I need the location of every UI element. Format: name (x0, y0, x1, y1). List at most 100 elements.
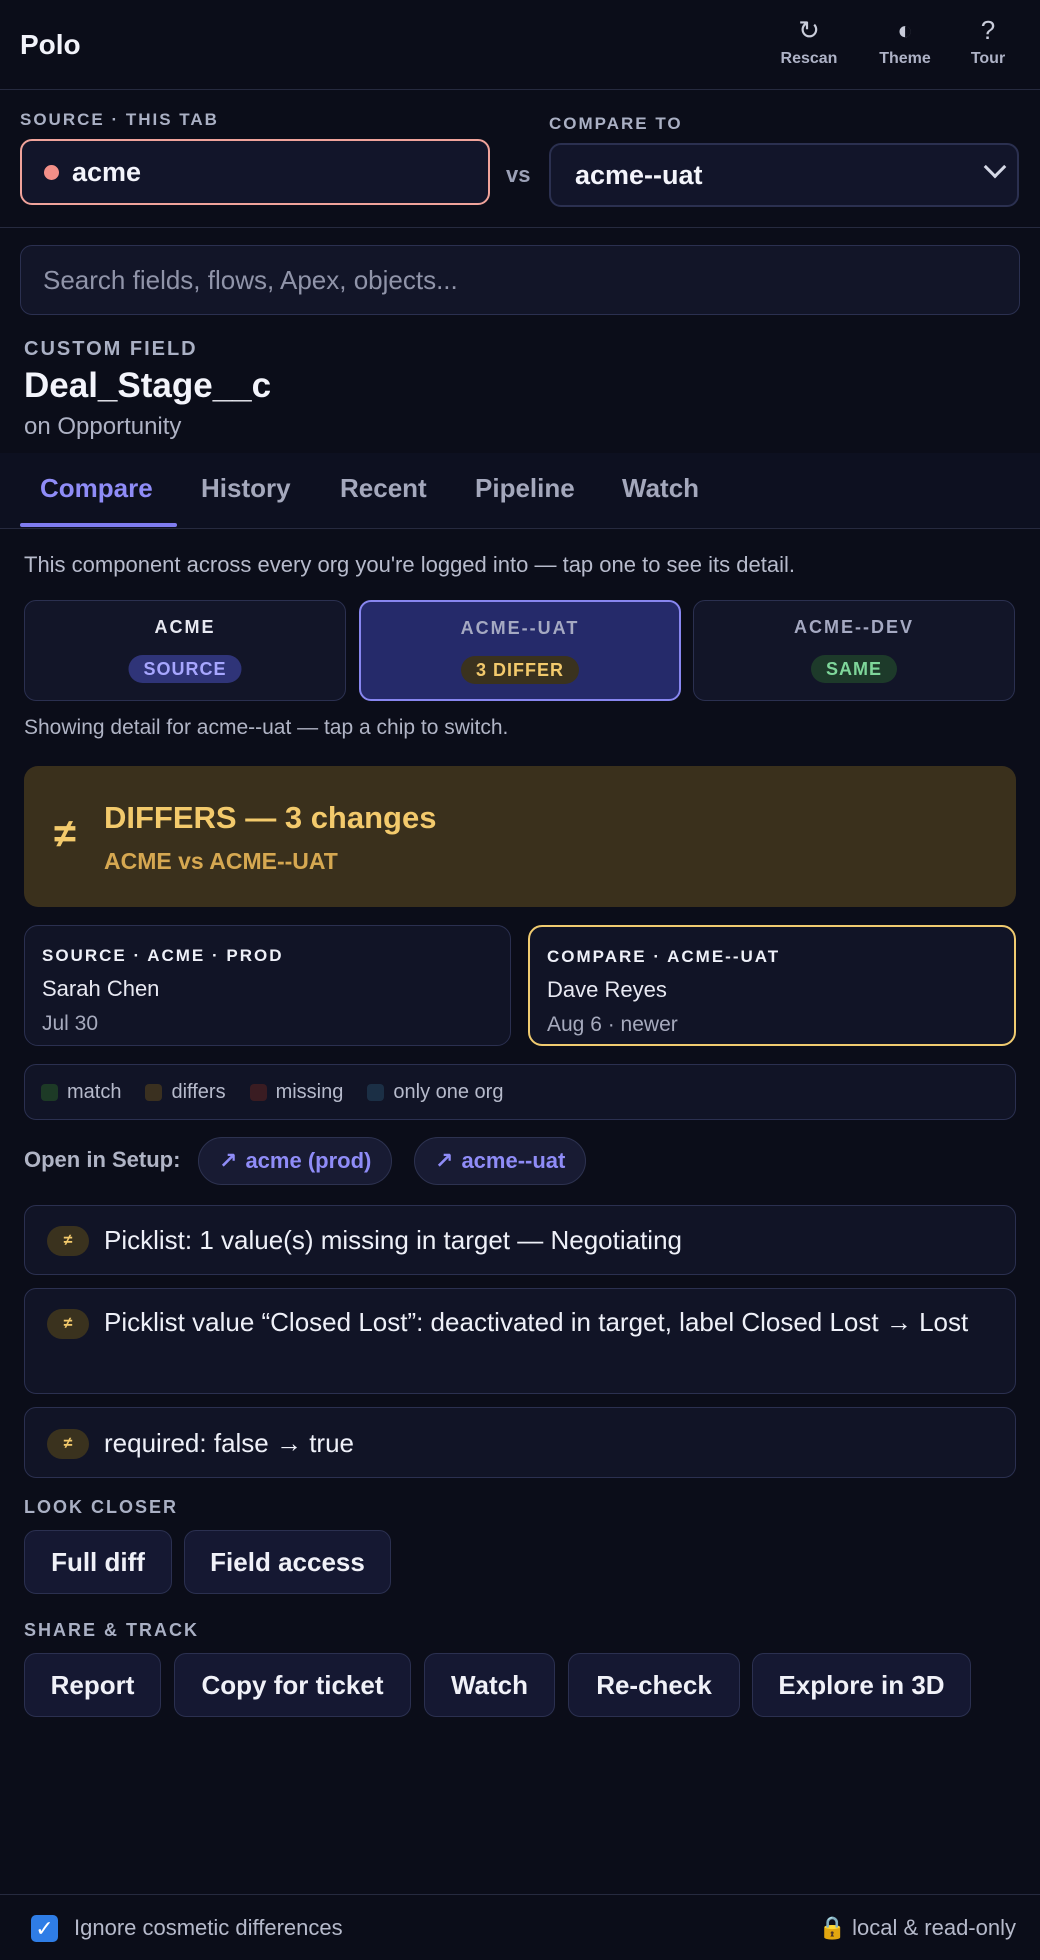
search-input[interactable]: Search fields, flows, Apex, objects... (20, 245, 1020, 315)
differs-banner: ≠ DIFFERS — 3 changes ACME vs ACME--UAT (24, 766, 1016, 907)
diff-text: Picklist value “Closed Lost”: deactivate… (104, 1307, 969, 1337)
theme-label: Theme (879, 50, 931, 67)
legend-item-match: match (41, 1081, 121, 1104)
rescan-label: Rescan (780, 50, 838, 67)
legend-swatch (41, 1083, 58, 1101)
tour-button[interactable]: ? Tour (956, 14, 1020, 68)
not-equal-icon: ≠ (47, 1226, 89, 1256)
setup-link-acme-prod[interactable]: ↗ acme (prod) (198, 1137, 393, 1185)
diff-text: required: false → true (104, 1428, 355, 1458)
source-version-card: SOURCE · ACME · PROD Sarah Chen Jul 30 (24, 925, 511, 1046)
setup-link-label: acme--uat (461, 1148, 566, 1173)
refresh-icon: ↻ (798, 15, 820, 45)
top-bar: Polo ↻ Rescan ◐ Theme ? Tour (0, 0, 1040, 90)
compare-card-header: COMPARE · ACME--UAT (547, 947, 781, 966)
diff-row[interactable]: ≠ Picklist value “Closed Lost”: deactiva… (24, 1288, 1016, 1394)
legend-label: only one org (393, 1080, 504, 1103)
theme-button[interactable]: ◐ Theme (860, 14, 950, 68)
setup-link-acme-uat[interactable]: ↗ acme--uat (414, 1137, 587, 1185)
legend-swatch (367, 1083, 385, 1101)
active-tab-indicator (20, 523, 177, 527)
legend-swatch (145, 1083, 163, 1101)
tab-watch[interactable]: Watch (622, 473, 699, 504)
look-closer-label: LOOK CLOSER (24, 1497, 179, 1517)
org-chip-acme-dev[interactable]: ACME--DEV SAME (693, 600, 1015, 701)
org-selector-bar: SOURCE · THIS TAB acme vs COMPARE TO acm… (0, 90, 1040, 228)
source-indicator-dot (44, 164, 59, 180)
differs-subtitle: ACME vs ACME--UAT (104, 848, 338, 874)
legend-label: match (67, 1080, 122, 1103)
compare-org-select[interactable]: acme--uat (549, 143, 1019, 207)
showing-detail-note: Showing detail for acme--uat — tap a chi… (24, 716, 509, 739)
readonly-text: local & read-only (852, 1915, 1016, 1940)
lock-icon: 🔒 (818, 1915, 847, 1940)
source-badge: SOURCE (128, 655, 242, 683)
vs-label: vs (506, 162, 531, 187)
app-brand: Polo (20, 28, 81, 60)
compare-card-date: Aug 6 · newer (547, 1013, 678, 1036)
legend-item-missing: missing (249, 1080, 344, 1104)
component-type: CUSTOM FIELD (24, 338, 198, 360)
ignore-cosmetic-label[interactable]: Ignore cosmetic differences (74, 1915, 343, 1941)
recheck-button[interactable]: Re-check (568, 1653, 740, 1717)
chevron-down-icon (983, 155, 1007, 179)
setup-link-label: acme (prod) (245, 1148, 372, 1173)
compare-label: COMPARE TO (549, 114, 683, 133)
open-in-setup-label: Open in Setup: (24, 1147, 181, 1172)
not-equal-icon: ≠ (54, 812, 76, 856)
readonly-note: 🔒 local & read-only (819, 1915, 1016, 1941)
tab-bar: Compare History Recent Pipeline Watch (0, 453, 1040, 529)
legend-item-differs: differs (145, 1080, 226, 1104)
diff-text: Picklist: 1 value(s) missing in target —… (104, 1225, 683, 1255)
diff-row[interactable]: ≠ required: false → true (24, 1407, 1016, 1478)
report-button[interactable]: Report (24, 1653, 161, 1717)
org-chip-name: ACME--UAT (460, 618, 580, 638)
org-chip-acme-uat[interactable]: ACME--UAT 3 DIFFER (359, 600, 681, 701)
not-equal-icon: ≠ (47, 1309, 89, 1339)
status-legend: match differs missing only one org (24, 1064, 1016, 1120)
contrast-icon: ◐ (897, 15, 913, 45)
source-card-date: Jul 30 (42, 1012, 99, 1035)
tab-compare[interactable]: Compare (40, 473, 153, 504)
help-icon: ? (980, 15, 996, 45)
compare-version-card: COMPARE · ACME--UAT Dave Reyes Aug 6 · n… (528, 925, 1016, 1046)
top-actions: ↻ Rescan ◐ Theme ? Tour (764, 14, 1020, 68)
component-object: on Opportunity (24, 413, 182, 440)
rescan-button[interactable]: ↻ Rescan (764, 14, 854, 68)
org-chip-acme[interactable]: ACME SOURCE (24, 600, 346, 701)
differ-badge: 3 DIFFER (460, 656, 580, 684)
explore-3d-button[interactable]: Explore in 3D (752, 1653, 971, 1717)
tab-recent[interactable]: Recent (340, 473, 427, 504)
compare-org-value: acme--uat (575, 159, 703, 190)
external-link-icon: ↗ (219, 1148, 238, 1173)
source-label: SOURCE · THIS TAB (20, 110, 219, 129)
copy-for-ticket-button[interactable]: Copy for ticket (174, 1653, 411, 1717)
tab-history[interactable]: History (201, 473, 291, 504)
footer-bar: ✓ Ignore cosmetic differences 🔒 local & r… (0, 1894, 1040, 1960)
source-org-value: acme (72, 156, 142, 187)
legend-item-only-one-org: only one org (367, 1081, 503, 1104)
legend-label: differs (171, 1080, 226, 1103)
diff-row[interactable]: ≠ Picklist: 1 value(s) missing in target… (24, 1205, 1016, 1275)
source-org-field[interactable]: acme (20, 139, 490, 205)
legend-label: missing (275, 1080, 344, 1103)
component-name: Deal_Stage__c (24, 366, 272, 405)
org-chip-name: ACME--DEV (794, 617, 914, 637)
source-card-header: SOURCE · ACME · PROD (42, 946, 284, 965)
field-access-button[interactable]: Field access (184, 1530, 391, 1594)
legend-swatch (249, 1083, 267, 1101)
differs-title: DIFFERS — 3 changes (104, 800, 437, 835)
not-equal-icon: ≠ (47, 1429, 89, 1459)
full-diff-button[interactable]: Full diff (24, 1530, 172, 1594)
org-chip-name: ACME (154, 617, 216, 637)
share-track-label: SHARE & TRACK (24, 1620, 200, 1640)
compare-card-author: Dave Reyes (547, 977, 667, 1002)
ignore-cosmetic-checkbox[interactable]: ✓ (31, 1915, 58, 1942)
compare-intro: This component across every org you're l… (24, 552, 795, 577)
tour-label: Tour (970, 50, 1006, 67)
same-badge: SAME (810, 655, 898, 683)
external-link-icon: ↗ (435, 1148, 454, 1173)
tab-pipeline[interactable]: Pipeline (475, 473, 575, 504)
source-card-author: Sarah Chen (42, 976, 160, 1001)
watch-button[interactable]: Watch (424, 1653, 555, 1717)
